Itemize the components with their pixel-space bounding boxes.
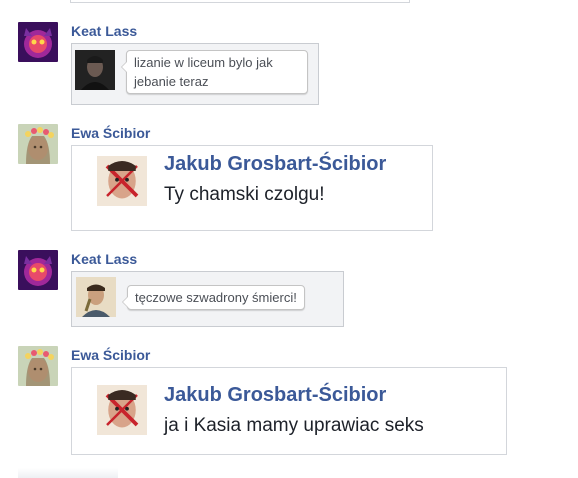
shared-message-text: ja i Kasia mamy uprawiac seks — [164, 415, 424, 436]
flower-crown-avatar-icon — [18, 346, 58, 386]
purple-glow-avatar-icon — [18, 250, 58, 290]
shared-message-text: Ty chamski czolgu! — [164, 184, 325, 205]
next-post-edge — [18, 468, 118, 478]
shared-message-card[interactable]: Jakub Grosbart-Ścibior Ty chamski czolgu… — [71, 145, 433, 231]
sticker-thumbnail — [75, 50, 115, 90]
message-attachment[interactable]: tęczowe szwadrony śmierci! — [71, 271, 344, 327]
comment-feed: Keat Lass lizanie w liceum bylo jak jeba… — [0, 0, 578, 478]
shared-message-card[interactable]: Jakub Grosbart-Ścibior ja i Kasia mamy u… — [71, 367, 507, 455]
profile-thumbnail — [97, 385, 147, 435]
author-name[interactable]: Ewa Ścibior — [71, 347, 150, 363]
shared-author-name[interactable]: Jakub Grosbart-Ścibior — [164, 153, 386, 176]
author-name[interactable]: Keat Lass — [71, 251, 137, 267]
dark-portrait-thumbnail-icon — [75, 50, 115, 90]
profile-thumbnail — [97, 156, 147, 206]
speech-bubble: lizanie w liceum bylo jak jebanie teraz — [121, 50, 308, 94]
man-portrait-thumbnail-icon — [76, 277, 116, 317]
avatar[interactable] — [18, 22, 58, 62]
message-attachment[interactable]: lizanie w liceum bylo jak jebanie teraz — [71, 43, 319, 105]
flower-crown-avatar-icon — [18, 124, 58, 164]
avatar[interactable] — [18, 250, 58, 290]
avatar[interactable] — [18, 124, 58, 164]
author-name[interactable]: Ewa Ścibior — [71, 125, 150, 141]
sticker-thumbnail — [76, 277, 116, 317]
avatar[interactable] — [18, 346, 58, 386]
red-face-thumbnail-icon — [97, 156, 147, 206]
purple-glow-avatar-icon — [18, 22, 58, 62]
shared-author-name[interactable]: Jakub Grosbart-Ścibior — [164, 384, 386, 407]
previous-post-edge — [70, 0, 410, 3]
speech-bubble: tęczowe szwadrony śmierci! — [122, 285, 305, 310]
author-name[interactable]: Keat Lass — [71, 23, 137, 39]
red-face-thumbnail-icon — [97, 385, 147, 435]
